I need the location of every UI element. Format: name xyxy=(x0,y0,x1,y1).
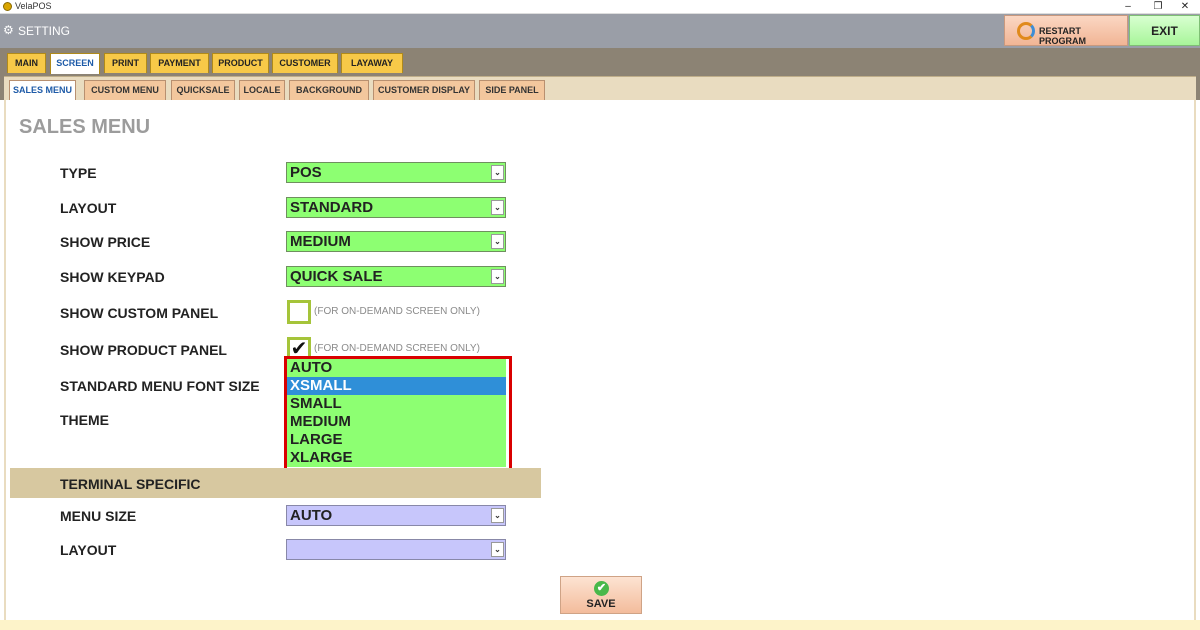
gear-icon: ⚙ xyxy=(3,23,14,37)
show-custom-panel-note: (FOR ON-DEMAND SCREEN ONLY) xyxy=(314,306,480,317)
close-icon[interactable]: ✕ xyxy=(1170,0,1200,14)
subtab-background[interactable]: BACKGROUND xyxy=(289,80,369,100)
show-custom-panel-label: SHOW CUSTOM PANEL xyxy=(60,305,219,321)
show-keypad-label: SHOW KEYPAD xyxy=(60,269,165,285)
save-button[interactable]: ✔ SAVE xyxy=(560,576,642,614)
show-product-panel-note: (FOR ON-DEMAND SCREEN ONLY) xyxy=(314,343,480,354)
subtab-side-panel[interactable]: SIDE PANEL xyxy=(479,80,545,100)
tab-layaway[interactable]: LAYAWAY xyxy=(341,53,403,73)
restart-program-label: RESTART PROGRAM xyxy=(1039,26,1086,46)
type-label: TYPE xyxy=(60,165,97,181)
header-title: SETTING xyxy=(18,24,71,38)
tab-print[interactable]: PRINT xyxy=(104,53,147,73)
show-custom-panel-checkbox[interactable] xyxy=(287,300,311,324)
menu-size-value: AUTO xyxy=(290,507,333,524)
layout-label: LAYOUT xyxy=(60,200,117,216)
chevron-down-icon[interactable]: ⌄ xyxy=(491,269,504,284)
restore-icon[interactable]: ❐ xyxy=(1143,0,1173,14)
highlight-callout-box xyxy=(284,356,512,476)
terminal-specific-section: TERMINAL SPECIFIC xyxy=(10,468,541,498)
exit-button[interactable]: EXIT xyxy=(1129,15,1200,46)
menu-size-select[interactable]: AUTO ⌄ xyxy=(286,505,506,526)
menu-size-label: MENU SIZE xyxy=(60,508,137,524)
show-price-value: MEDIUM xyxy=(290,233,351,250)
type-select[interactable]: POS ⌄ xyxy=(286,162,506,183)
chevron-down-icon[interactable]: ⌄ xyxy=(491,200,504,215)
minimize-icon[interactable]: – xyxy=(1113,0,1143,14)
footer-strip xyxy=(0,620,1200,630)
terminal-specific-title: TERMINAL SPECIFIC xyxy=(60,476,201,492)
show-price-select[interactable]: MEDIUM ⌄ xyxy=(286,231,506,252)
layout-select[interactable]: STANDARD ⌄ xyxy=(286,197,506,218)
window-titlebar: VelaPOS – ❐ ✕ xyxy=(0,0,1200,14)
subtab-customer-display[interactable]: CUSTOMER DISPLAY xyxy=(373,80,475,100)
subtab-sales-menu[interactable]: SALES MENU xyxy=(9,80,76,101)
subtab-locale[interactable]: LOCALE xyxy=(239,80,285,100)
standard-menu-font-size-label: STANDARD MENU FONT SIZE xyxy=(60,378,260,394)
show-keypad-value: QUICK SALE xyxy=(290,268,383,285)
tab-main[interactable]: MAIN xyxy=(7,53,46,73)
show-price-label: SHOW PRICE xyxy=(60,234,151,250)
chevron-down-icon[interactable]: ⌄ xyxy=(491,508,504,523)
tab-customer[interactable]: CUSTOMER xyxy=(272,53,338,73)
show-product-panel-label: SHOW PRODUCT PANEL xyxy=(60,342,227,358)
app-logo-icon xyxy=(3,2,12,11)
theme-label: THEME xyxy=(60,412,109,428)
subtab-strip: SALES MENU CUSTOM MENU QUICKSALE LOCALE … xyxy=(4,76,1196,101)
subtab-custom-menu[interactable]: CUSTOM MENU xyxy=(84,80,166,100)
layout-value: STANDARD xyxy=(290,199,374,216)
show-keypad-select[interactable]: QUICK SALE ⌄ xyxy=(286,266,506,287)
chevron-down-icon[interactable]: ⌄ xyxy=(491,165,504,180)
chevron-down-icon[interactable]: ⌄ xyxy=(491,542,504,557)
tab-screen[interactable]: SCREEN xyxy=(50,53,100,74)
save-label: SAVE xyxy=(586,598,616,610)
tab-product[interactable]: PRODUCT xyxy=(212,53,269,73)
page-title: SALES MENU xyxy=(19,116,151,138)
restart-program-button[interactable]: RESTART PROGRAM xyxy=(1004,15,1128,46)
tab-payment[interactable]: PAYMENT xyxy=(150,53,209,73)
restart-icon xyxy=(1017,22,1035,40)
chevron-down-icon[interactable]: ⌄ xyxy=(491,234,504,249)
subtab-quicksale[interactable]: QUICKSALE xyxy=(171,80,235,100)
settings-content xyxy=(4,100,1196,620)
type-value: POS xyxy=(290,164,322,181)
terminal-layout-label: LAYOUT xyxy=(60,542,117,558)
terminal-layout-select[interactable]: ⌄ xyxy=(286,539,506,560)
window-title: VelaPOS xyxy=(15,1,52,11)
check-circle-icon: ✔ xyxy=(594,581,609,596)
tab-area: MAIN SCREEN PRINT PAYMENT PRODUCT CUSTOM… xyxy=(0,48,1200,101)
